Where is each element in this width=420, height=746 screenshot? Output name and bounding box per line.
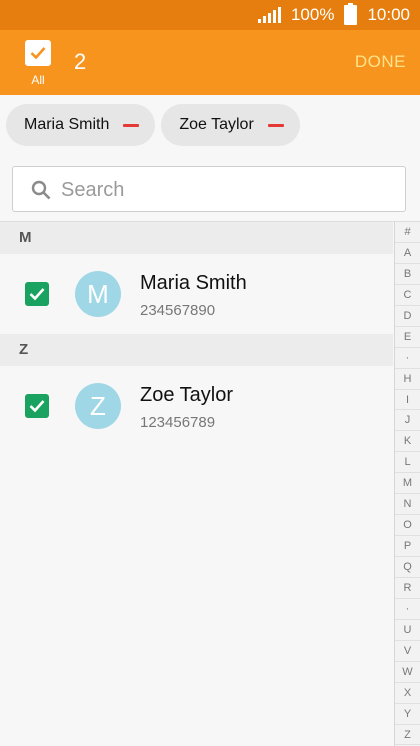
index-letter[interactable]: L [395, 452, 420, 474]
search-input[interactable]: Search [12, 166, 406, 212]
index-letter[interactable]: D [395, 306, 420, 327]
index-letter[interactable]: B [395, 264, 420, 285]
index-letter[interactable]: K [395, 431, 420, 453]
search-placeholder: Search [61, 179, 125, 201]
index-letter[interactable]: O [395, 515, 420, 537]
chip-zoe-taylor[interactable]: Zoe Taylor [161, 104, 300, 146]
index-letter[interactable]: · [395, 348, 420, 369]
contact-row-zoe-taylor[interactable]: Z Zoe Taylor 123456789 [0, 366, 393, 446]
select-all-checkbox-icon[interactable] [25, 40, 51, 66]
section-header-m: M [0, 222, 393, 254]
index-letter[interactable]: · [395, 599, 420, 620]
index-letter[interactable]: A [395, 243, 420, 264]
index-letter[interactable]: E [395, 327, 420, 348]
avatar: M [75, 271, 121, 317]
signal-icon [257, 7, 281, 23]
index-letter[interactable]: U [395, 620, 420, 641]
select-all-button[interactable]: All [22, 40, 54, 87]
section-header-z: Z [0, 334, 393, 366]
select-all-label: All [31, 73, 45, 87]
index-letter[interactable]: Q [395, 557, 420, 578]
index-letter[interactable]: Z [395, 725, 420, 746]
checkbox-checked-icon[interactable] [25, 282, 49, 306]
index-letter[interactable]: C [395, 285, 420, 306]
index-letter[interactable]: J [395, 410, 420, 432]
contact-name: Zoe Taylor [140, 384, 234, 406]
battery-icon [344, 3, 358, 25]
chip-label: Zoe Taylor [179, 116, 254, 133]
alphabet-index-scroller[interactable]: # A B C D E · H I J K L M N O P Q R · U V W X Y Z [394, 222, 420, 746]
index-letter[interactable]: N [395, 494, 420, 516]
index-letter[interactable]: M [395, 473, 420, 495]
index-letter[interactable]: W [395, 662, 420, 683]
remove-icon[interactable] [267, 123, 284, 127]
search-icon [31, 180, 51, 200]
avatar: Z [75, 383, 121, 429]
contact-name: Maria Smith [140, 272, 247, 294]
index-letter[interactable]: P [395, 536, 420, 557]
contact-number: 234567890 [140, 302, 216, 319]
chip-label: Maria Smith [24, 116, 110, 133]
contact-row-maria-smith[interactable]: M Maria Smith 234567890 [0, 254, 393, 334]
selected-chips: Maria Smith Zoe Taylor [6, 104, 300, 146]
index-letter[interactable]: V [395, 641, 420, 662]
contact-number: 123456789 [140, 414, 216, 431]
index-letter[interactable]: I [395, 390, 420, 411]
index-letter[interactable]: X [395, 683, 420, 704]
status-bar: 100% 10:00 [0, 0, 420, 30]
index-letter[interactable]: H [395, 369, 420, 390]
chip-maria-smith[interactable]: Maria Smith [6, 104, 156, 146]
index-letter[interactable]: R [395, 578, 420, 599]
done-button[interactable]: DONE [355, 52, 406, 72]
selected-count: 2 [74, 49, 87, 74]
index-letter[interactable]: Y [395, 704, 420, 725]
battery-percent: 100% [290, 5, 335, 24]
index-letter[interactable]: # [395, 222, 420, 243]
clock: 10:00 [367, 5, 410, 24]
action-bar: All 2 DONE [0, 30, 420, 95]
checkbox-checked-icon[interactable] [25, 394, 49, 418]
remove-icon[interactable] [123, 123, 140, 127]
